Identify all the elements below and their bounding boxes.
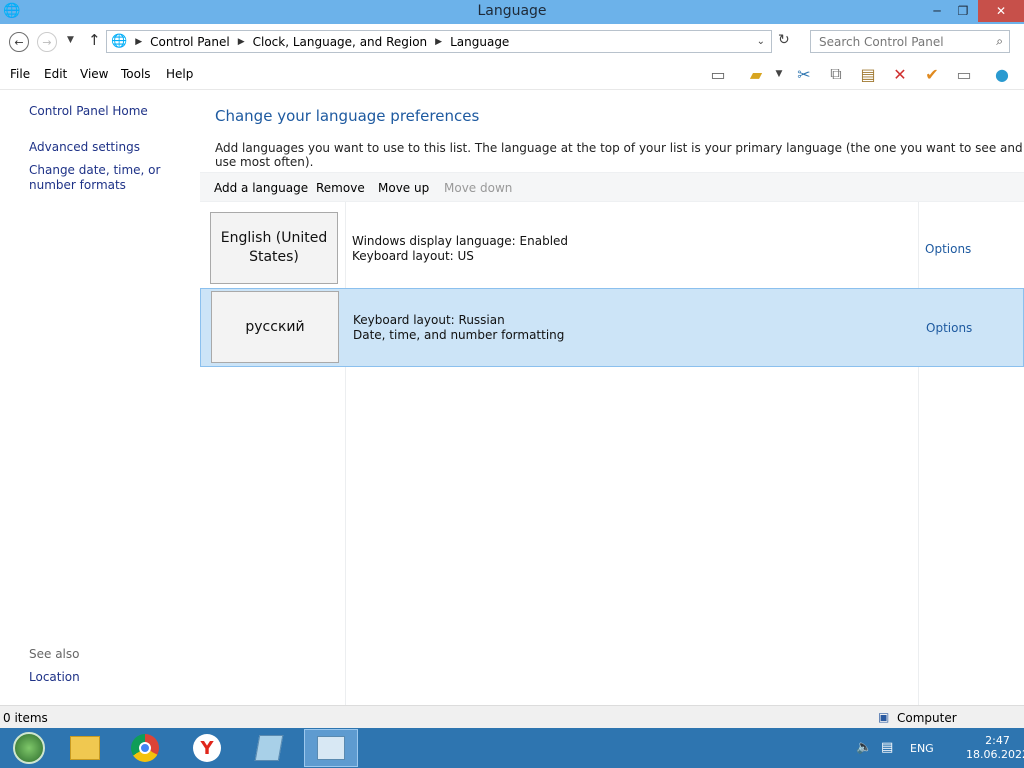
change-date-time-formats-link[interactable]: Change date, time, or number formats	[29, 163, 199, 193]
language-row-russian[interactable]: русский Keyboard layout: Russian Date, t…	[200, 288, 1024, 367]
search-input[interactable]: Search Control Panel ⌕	[810, 30, 1010, 53]
menu-edit[interactable]: Edit	[44, 67, 67, 81]
control-panel-icon[interactable]	[304, 729, 358, 767]
rename-icon[interactable]: ▭	[952, 62, 976, 86]
breadcrumb-separator-icon[interactable]: ▶	[435, 37, 442, 47]
status-bar: 0 items ▣ Computer	[0, 705, 1024, 728]
remove-button[interactable]: Remove	[316, 181, 365, 195]
language-detail: Windows display language: Enabled	[352, 234, 569, 248]
language-detail: Keyboard layout: US	[352, 249, 474, 263]
breadcrumb-clock-language-region[interactable]: Clock, Language, and Region	[253, 35, 428, 49]
window-title: Language	[477, 3, 547, 19]
control-panel-icon: 🌐	[111, 34, 128, 49]
volume-muted-icon[interactable]: 🔈	[856, 740, 872, 755]
close-button[interactable]: ✕	[978, 0, 1024, 22]
breadcrumb-control-panel[interactable]: Control Panel	[150, 35, 230, 49]
layout-pane-icon[interactable]: ▭	[706, 62, 730, 86]
notepad-icon[interactable]	[242, 729, 296, 767]
recent-pages-dropdown-icon[interactable]: ▼	[67, 35, 74, 45]
location-zone: Computer	[897, 711, 957, 725]
file-explorer-icon[interactable]	[58, 729, 112, 767]
check-icon[interactable]: ✔	[920, 62, 944, 86]
chrome-icon[interactable]	[118, 729, 172, 767]
folder-properties-icon[interactable]: ▰	[744, 62, 768, 86]
menu-bar: File Edit View Tools Help ▭ ▰ ▼ ✂ ⧉ ▤ ✕ …	[0, 58, 1024, 90]
network-icon[interactable]: ▤	[881, 740, 893, 755]
globe-icon[interactable]: ●	[990, 62, 1014, 86]
menu-help[interactable]: Help	[166, 67, 193, 81]
options-link[interactable]: Options	[926, 321, 972, 335]
breadcrumb-separator-icon[interactable]: ▶	[135, 37, 142, 47]
address-dropdown-icon[interactable]: ⌄	[757, 36, 765, 47]
start-icon[interactable]	[2, 729, 56, 767]
up-button[interactable]: ↑	[88, 31, 101, 49]
copy-icon[interactable]: ⧉	[824, 62, 848, 86]
move-down-button[interactable]: Move down	[444, 181, 512, 195]
location-link[interactable]: Location	[29, 670, 80, 685]
see-also-heading: See also	[29, 647, 80, 661]
address-bar[interactable]: 🌐 ▶ Control Panel ▶ Clock, Language, and…	[106, 30, 772, 53]
search-icon[interactable]: ⌕	[996, 34, 1003, 49]
restore-button[interactable]: ❐	[950, 0, 976, 22]
language-row-english[interactable]: English (United States) Windows display …	[200, 208, 1024, 288]
title-bar: 🌐 Language ─ ❐ ✕	[0, 0, 1024, 24]
refresh-button[interactable]: ↻	[778, 32, 790, 48]
computer-icon: ▣	[878, 710, 890, 724]
back-button[interactable]: ←	[9, 32, 29, 52]
advanced-settings-link[interactable]: Advanced settings	[29, 140, 140, 155]
add-language-button[interactable]: Add a language	[214, 181, 308, 195]
control-panel-home-link[interactable]: Control Panel Home	[29, 104, 148, 119]
language-tile[interactable]: English (United States)	[210, 212, 338, 284]
options-link[interactable]: Options	[925, 242, 971, 256]
menu-view[interactable]: View	[80, 67, 108, 81]
language-detail: Date, time, and number formatting	[353, 328, 565, 342]
cut-icon[interactable]: ✂	[792, 62, 816, 86]
search-placeholder: Search Control Panel	[819, 35, 944, 49]
breadcrumb-separator-icon[interactable]: ▶	[238, 37, 245, 47]
yandex-icon[interactable]: Y	[180, 729, 234, 767]
minimize-button[interactable]: ─	[924, 0, 950, 22]
language-detail: Keyboard layout: Russian	[353, 313, 505, 327]
paste-icon[interactable]: ▤	[856, 62, 880, 86]
move-up-button[interactable]: Move up	[378, 181, 429, 195]
language-tile[interactable]: русский	[211, 291, 339, 363]
page-title: Change your language preferences	[215, 107, 480, 125]
menu-tools[interactable]: Tools	[121, 67, 151, 81]
address-row: ← → ▼ ↑ 🌐 ▶ Control Panel ▶ Clock, Langu…	[0, 24, 1024, 58]
clock[interactable]: 2:47 18.06.2022	[966, 734, 1024, 762]
options-dropdown-icon[interactable]: ▼	[770, 62, 788, 86]
input-language-indicator[interactable]: ENG	[910, 742, 934, 755]
taskbar: Y 🔈 ▤	[0, 728, 1024, 768]
menu-file[interactable]: File	[10, 67, 30, 81]
command-bar: Add a language Remove Move up Move down	[200, 172, 1024, 202]
clock-time: 2:47	[985, 734, 1010, 747]
delete-icon[interactable]: ✕	[888, 62, 912, 86]
clock-date: 18.06.2022	[966, 748, 1024, 761]
breadcrumb-language[interactable]: Language	[450, 35, 509, 49]
left-pane: Control Panel Home Advanced settings Cha…	[0, 91, 200, 705]
page-description: Add languages you want to use to this li…	[215, 141, 1023, 169]
item-count: 0 items	[3, 711, 48, 725]
forward-button[interactable]: →	[37, 32, 57, 52]
